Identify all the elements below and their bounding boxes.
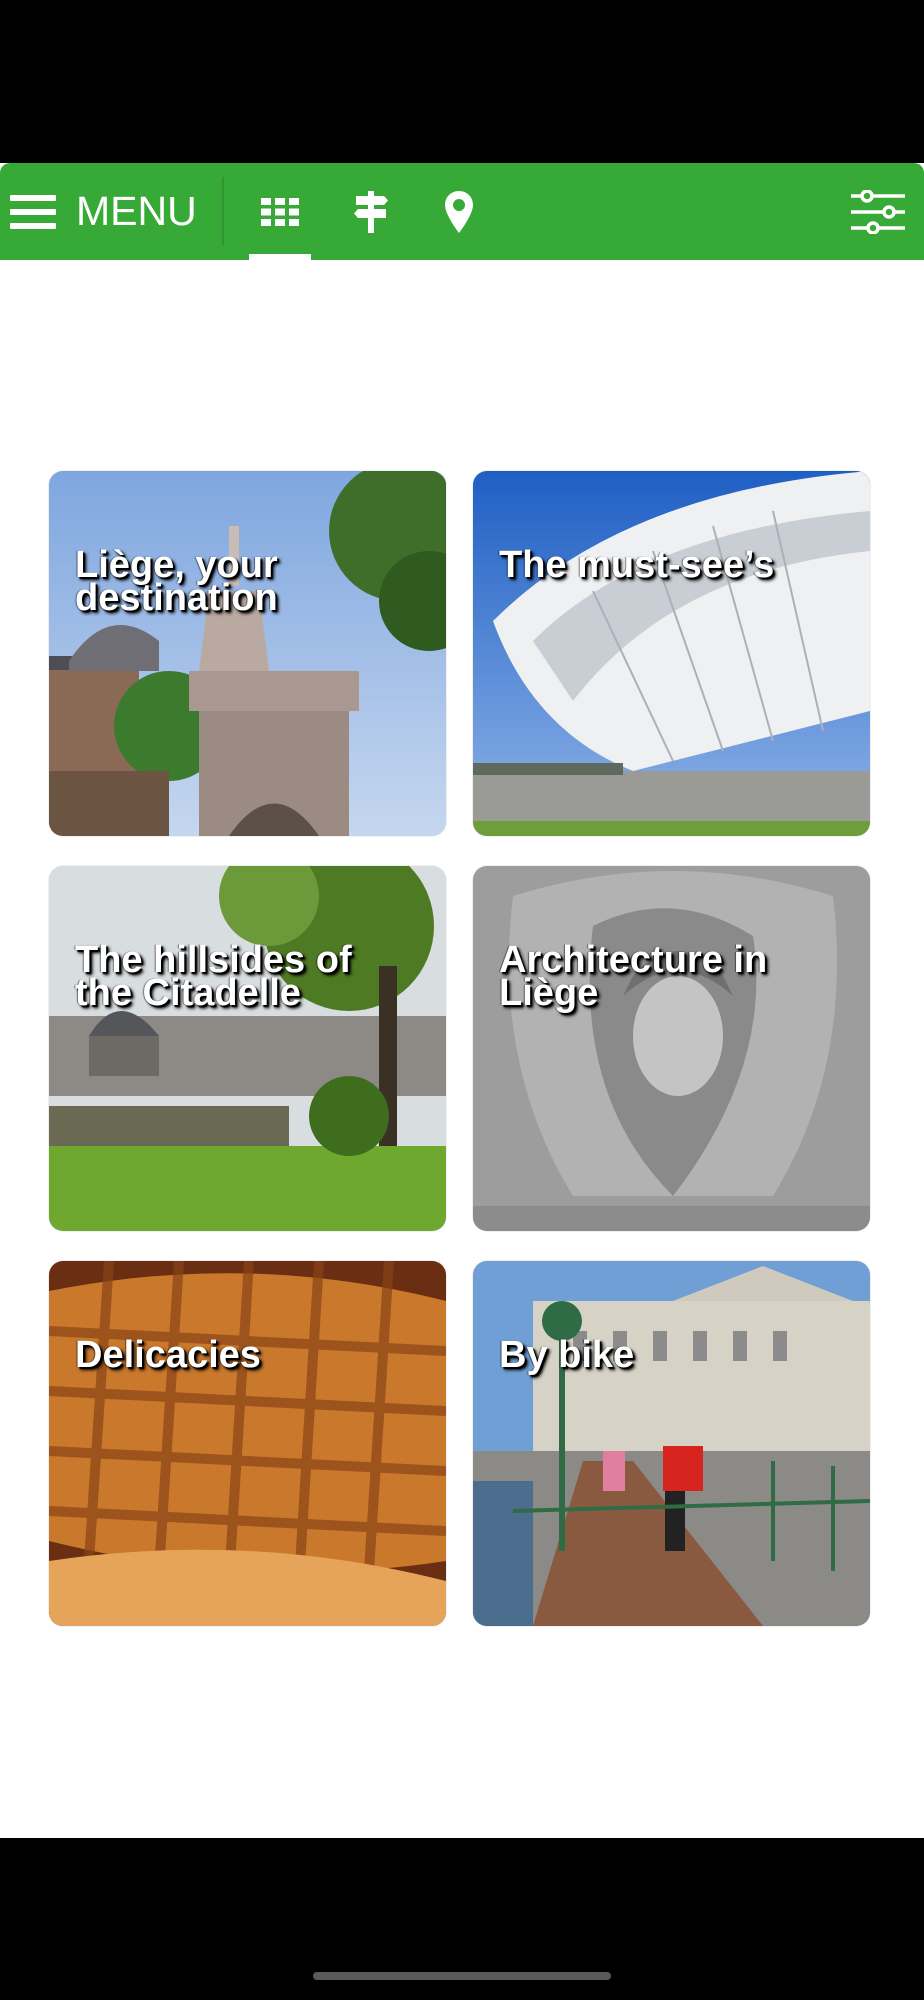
tile-must-sees[interactable]: The must-see’s: [473, 471, 870, 836]
tile-title: Delicacies: [75, 1334, 261, 1376]
tile-title: Architecture in Liège: [499, 939, 768, 1014]
train-station-canopy-photo: [473, 471, 870, 836]
stone-face-relief-photo: [473, 866, 870, 1231]
city-view-park-photo: [49, 866, 446, 1231]
tile-liege-destination[interactable]: Liège, your destination: [49, 471, 446, 836]
category-grid: Liège, your destination The must-see’s T…: [0, 0, 924, 2000]
tile-title: The must-see’s: [499, 544, 775, 586]
tile-title: Liège, your destination: [75, 544, 278, 619]
cyclists-riverside-photo: [473, 1261, 870, 1626]
tile-by-bike[interactable]: By bike: [473, 1261, 870, 1626]
tile-citadelle-hillsides[interactable]: The hillsides of the Citadelle: [49, 866, 446, 1231]
fountain-monument-photo: [49, 471, 446, 836]
tile-architecture[interactable]: Architecture in Liège: [473, 866, 870, 1231]
home-indicator[interactable]: [313, 1972, 611, 1980]
tile-title: The hillsides of the Citadelle: [75, 939, 352, 1014]
waffles-photo: [49, 1261, 446, 1626]
tile-title: By bike: [499, 1334, 635, 1376]
tile-delicacies[interactable]: Delicacies: [49, 1261, 446, 1626]
